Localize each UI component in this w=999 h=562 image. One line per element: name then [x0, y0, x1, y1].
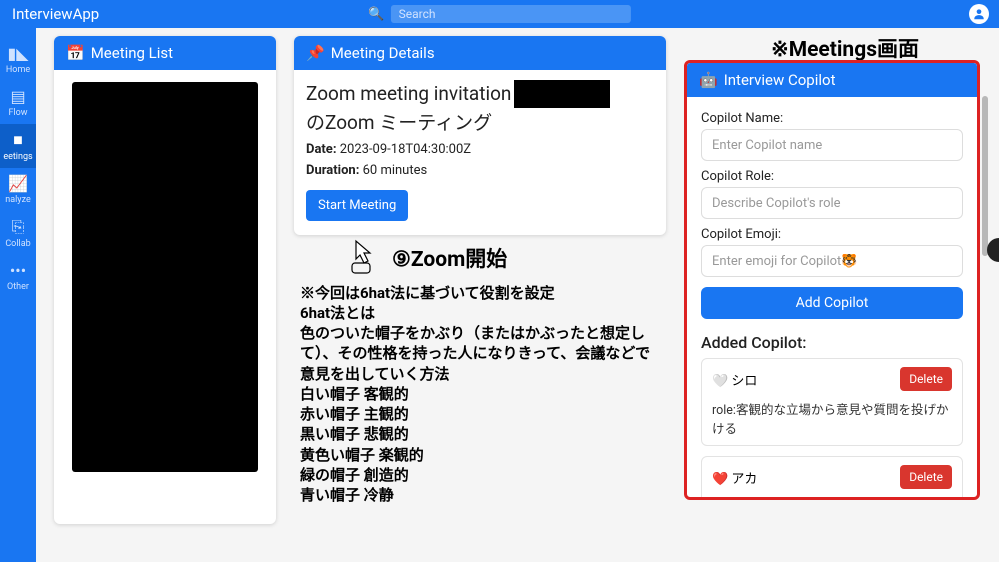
- meeting-details-card: 📌 Meeting Details Zoom meeting invitatio…: [294, 36, 666, 235]
- copilot-emoji-label: Copilot Emoji:: [701, 227, 963, 242]
- sidebar-item-home[interactable]: ▮◣Home: [0, 38, 36, 81]
- pin-icon: 📌: [306, 44, 325, 62]
- meeting-details-header: 📌 Meeting Details: [294, 36, 666, 70]
- delete-copilot-button[interactable]: Delete: [900, 367, 952, 391]
- meeting-list-card: 📅 Meeting List: [54, 36, 276, 524]
- hat-method-block: ※今回は6hat法に基づいて役割を設定 6hat法とは 色のついた帽子をかぶり（…: [294, 283, 666, 506]
- copilot-item: ❤️ アカ Delete role:主観的な立場から意見や質問を投げかける: [701, 456, 963, 500]
- meeting-duration: Duration: 60 minutes: [306, 163, 654, 178]
- flag-icon: ▮◣: [7, 44, 28, 63]
- copilot-item-name: 🤍 シロ: [712, 370, 757, 389]
- sidebar-item-flow[interactable]: ▤Flow: [0, 81, 36, 124]
- sidebar-item-meetings[interactable]: ■eetings: [0, 124, 36, 168]
- copilot-name-label: Copilot Name:: [701, 111, 963, 126]
- search-icon: 🔍: [368, 7, 384, 22]
- user-avatar[interactable]: [969, 4, 989, 24]
- video-icon: ■: [13, 130, 23, 150]
- app-brand: InterviewApp: [12, 5, 99, 23]
- redacted-block: [514, 80, 610, 108]
- meeting-list-header: 📅 Meeting List: [54, 36, 276, 70]
- search-container: 🔍: [368, 5, 630, 23]
- delete-copilot-button[interactable]: Delete: [900, 465, 952, 489]
- calendar-icon: 📅: [66, 44, 85, 62]
- start-meeting-button[interactable]: Start Meeting: [306, 190, 408, 221]
- copilot-emoji-input[interactable]: [701, 245, 963, 277]
- sidebar: ▮◣Home ▤Flow ■eetings 📈nalyze ⎘Collab ••…: [0, 28, 36, 562]
- meeting-list-title: Meeting List: [91, 44, 173, 62]
- copilot-item-name: ❤️ アカ: [712, 468, 757, 487]
- sidebar-item-collab[interactable]: ⎘Collab: [0, 211, 36, 255]
- search-input[interactable]: [391, 5, 631, 23]
- copilot-name-input[interactable]: [701, 129, 963, 161]
- meeting-list-content[interactable]: [72, 82, 258, 472]
- meeting-name: Zoom meeting invitation のZoom ミーティング: [306, 80, 654, 136]
- cursor-icon: [344, 239, 378, 277]
- meeting-date: Date: 2023-09-18T04:30:00Z: [306, 142, 654, 157]
- copilot-role-input[interactable]: [701, 187, 963, 219]
- sidebar-item-analyze[interactable]: 📈nalyze: [0, 168, 36, 211]
- copilot-item: 🤍 シロ Delete role:客観的な立場から意見や質問を投げかける: [701, 358, 963, 446]
- robot-icon: 🤖: [699, 71, 718, 89]
- annotation-zoom-start: ⑨Zoom開始: [344, 239, 666, 277]
- chart-icon: 📈: [8, 174, 28, 193]
- side-handle[interactable]: [987, 238, 999, 262]
- copilot-header: 🤖 Interview Copilot: [687, 63, 977, 97]
- added-copilot-title: Added Copilot:: [701, 333, 963, 352]
- collab-icon: ⎘: [12, 217, 25, 237]
- sidebar-item-other[interactable]: •••Other: [0, 255, 36, 298]
- add-copilot-button[interactable]: Add Copilot: [701, 287, 963, 319]
- interview-copilot-card: 🤖 Interview Copilot Copilot Name: Copilo…: [684, 60, 980, 500]
- copilot-item-role: role:主観的な立場から意見や質問を投げかける: [712, 497, 952, 500]
- scrollbar-thumb[interactable]: [982, 96, 988, 256]
- copilot-item-role: role:客観的な立場から意見や質問を投げかける: [712, 399, 952, 437]
- copilot-title: Interview Copilot: [724, 71, 836, 89]
- dots-icon: •••: [10, 261, 26, 280]
- top-bar: InterviewApp 🔍: [0, 0, 999, 28]
- meeting-details-title: Meeting Details: [331, 44, 435, 62]
- copilot-role-label: Copilot Role:: [701, 169, 963, 184]
- grid-icon: ▤: [10, 87, 25, 106]
